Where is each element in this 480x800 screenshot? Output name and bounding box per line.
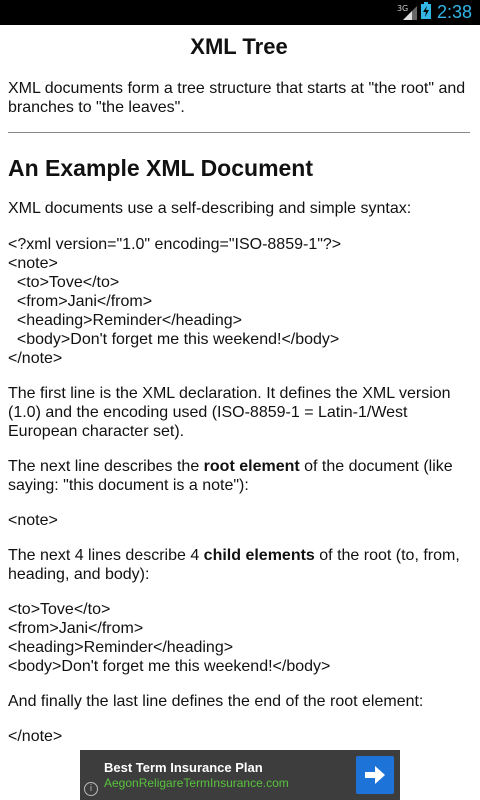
syntax-paragraph: XML documents use a self-describing and … (8, 200, 412, 217)
child-lines-block: <to>Tove</to> <from>Jani</from> <heading… (8, 600, 470, 676)
code-line: <body>Don't forget me this weekend!</bod… (8, 331, 340, 348)
child-line: <from>Jani</from> (8, 620, 144, 637)
child-elements-term: child elements (203, 547, 315, 564)
root-text-before: The next line describes the (8, 458, 204, 475)
child-line: <to>Tove</to> (8, 601, 111, 618)
divider (8, 132, 470, 133)
clock: 2:38 (436, 2, 472, 22)
code-line: <heading>Reminder</heading> (8, 312, 242, 329)
root-element-term: root element (203, 458, 300, 475)
root-element-paragraph: The next line describes the root element… (8, 457, 470, 495)
ad-title[interactable]: Best Term Insurance Plan (104, 760, 263, 775)
child-line: <body>Don't forget me this weekend!</bod… (8, 658, 331, 675)
child-text-before: The next 4 lines describe 4 (8, 547, 204, 564)
final-paragraph: And finally the last line defines the en… (8, 693, 424, 710)
code-line: <note> (8, 255, 58, 272)
section-heading: An Example XML Document (8, 155, 314, 181)
declaration-paragraph: The first line is the XML declaration. I… (8, 385, 451, 440)
code-line: </note> (8, 350, 63, 367)
child-elements-paragraph: The next 4 lines describe 4 child elemen… (8, 546, 470, 584)
arrow-right-icon (365, 766, 385, 784)
page-title: XML Tree (190, 34, 288, 59)
ad-banner[interactable]: Best Term Insurance Plan AegonReligareTe… (80, 750, 400, 800)
code-line: <to>Tove</to> (8, 274, 120, 291)
xml-code-block: <?xml version="1.0" encoding="ISO-8859-1… (8, 235, 470, 368)
intro-paragraph: XML documents form a tree structure that… (8, 80, 466, 116)
code-line: <?xml version="1.0" encoding="ISO-8859-1… (8, 236, 342, 253)
end-line: </note> (8, 728, 63, 745)
code-line: <from>Jani</from> (8, 293, 153, 310)
battery-icon (420, 1, 431, 24)
ad-open-button[interactable] (356, 756, 394, 794)
ad-info-icon[interactable]: i (84, 782, 98, 796)
signal-icon: 3G (397, 2, 417, 24)
child-line: <heading>Reminder</heading> (8, 639, 234, 656)
article-content: XML Tree XML documents form a tree struc… (8, 25, 470, 746)
ad-url[interactable]: AegonReligareTermInsurance.com (104, 776, 289, 790)
status-bar: 3G 2:38 (0, 0, 480, 25)
root-line: <note> (8, 512, 58, 529)
